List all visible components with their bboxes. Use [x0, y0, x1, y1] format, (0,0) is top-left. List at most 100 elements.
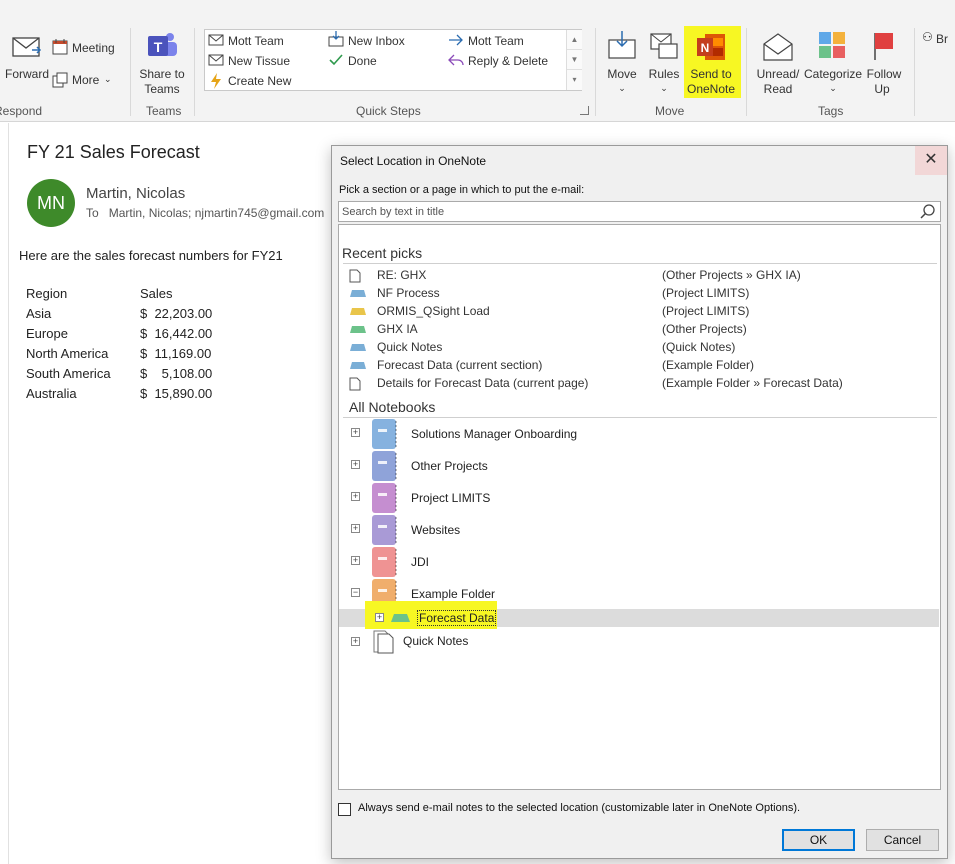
chevron-down-icon: ⌄ [104, 74, 112, 84]
read-label: Read [763, 82, 793, 96]
expand-icon[interactable]: + [351, 492, 360, 501]
notebook-item[interactable]: + Quick Notes [347, 627, 937, 659]
move-icon [608, 31, 636, 59]
quick-notes-icon [373, 630, 394, 654]
avatar[interactable]: MN [27, 179, 75, 227]
arrow-right-icon [449, 34, 463, 46]
sales-cell: $ 15,890.00 [140, 386, 213, 401]
ok-button[interactable]: OK [782, 829, 855, 851]
quick-step-label: New Inbox [348, 34, 405, 48]
close-button[interactable]: ✕ [915, 146, 947, 175]
quick-step-mott-team[interactable]: Mott Team [208, 33, 318, 51]
search-icon[interactable] [920, 204, 936, 220]
browse-button-partial[interactable]: ⚇ Br [922, 30, 955, 50]
always-send-checkbox[interactable] [338, 803, 351, 816]
email-subject: FY 21 Sales Forecast [27, 142, 200, 162]
expand-icon[interactable]: + [351, 460, 360, 469]
expand-icon[interactable]: + [351, 637, 360, 646]
collapse-icon[interactable]: − [351, 588, 360, 597]
sales-cell: $ 16,442.00 [140, 326, 213, 341]
notebook-item[interactable]: + Websites [347, 514, 937, 546]
expand-gallery-icon[interactable]: ▾ [567, 70, 582, 90]
sales-cell: $ 5,108.00 [140, 366, 213, 381]
categorize-button[interactable]: Categorize ⌄ [804, 30, 862, 96]
page-icon [349, 269, 361, 283]
section-item-selected[interactable]: + Forecast Data [339, 601, 939, 629]
expand-icon[interactable]: + [351, 428, 360, 437]
mail-icon [208, 54, 224, 66]
svg-text:N: N [701, 41, 710, 55]
notebook-icon [372, 451, 397, 481]
recent-pick-item[interactable]: RE: GHX (Other Projects » GHX IA) [349, 267, 939, 285]
forward-button[interactable]: Forward [2, 32, 50, 92]
search-input[interactable] [339, 202, 909, 222]
recent-pick-item[interactable]: GHX IA (Other Projects) [349, 321, 939, 339]
meeting-button[interactable]: Meeting [52, 38, 122, 58]
sales-cell: $ 22,203.00 [140, 306, 213, 321]
recent-pick-item[interactable]: NF Process (Project LIMITS) [349, 285, 939, 303]
quick-step-mott-team-2[interactable]: Mott Team [448, 33, 564, 51]
notebook-item[interactable]: + Project LIMITS [347, 482, 937, 514]
scroll-down-icon[interactable]: ▼ [567, 50, 582, 70]
recent-pick-item[interactable]: ORMIS_QSight Load (Project LIMITS) [349, 303, 939, 321]
recent-pick-name: Details for Forecast Data (current page) [377, 376, 589, 390]
quick-step-create-new[interactable]: Create New [208, 73, 318, 91]
scroll-up-icon[interactable]: ▲ [567, 30, 582, 50]
respond-group-label: Respond [0, 104, 43, 118]
divider [595, 28, 596, 116]
header-sales: Sales [140, 286, 173, 301]
recent-pick-item[interactable]: Details for Forecast Data (current page)… [349, 375, 939, 393]
notebook-item[interactable]: + Solutions Manager Onboarding [347, 418, 937, 450]
quick-step-new-inbox[interactable]: New Inbox [328, 31, 438, 51]
notebook-item[interactable]: + Other Projects [347, 450, 937, 482]
share-to-teams-button[interactable]: T Share to Teams [138, 30, 186, 96]
search-box [338, 201, 941, 222]
chevron-down-icon: ⌄ [829, 83, 837, 93]
expand-icon[interactable]: + [351, 524, 360, 533]
notebook-name: Other Projects [411, 459, 488, 473]
dialog-prompt: Pick a section or a page in which to put… [339, 184, 585, 196]
recent-pick-location: (Example Folder) [662, 358, 755, 372]
flag-icon [874, 33, 893, 60]
move-group-label: Move [655, 104, 685, 118]
cancel-button[interactable]: Cancel [866, 829, 939, 851]
quick-step-done[interactable]: Done [328, 53, 438, 71]
recent-pick-location: (Project LIMITS) [662, 304, 750, 318]
dialog-launcher-icon[interactable] [580, 106, 589, 115]
sender-name[interactable]: Martin, Nicolas [86, 185, 185, 202]
recent-pick-name: NF Process [377, 286, 440, 300]
send-to-onenote-button[interactable]: N Send to OneNote [684, 30, 738, 96]
more-button[interactable]: More ⌄ [52, 70, 122, 90]
recent-pick-item[interactable]: Forecast Data (current section) (Example… [349, 357, 939, 375]
expand-icon[interactable]: + [351, 556, 360, 565]
notebook-item[interactable]: + JDI [347, 546, 937, 578]
teams-group-label: Teams [146, 104, 182, 118]
quick-steps-scrollbar[interactable]: ▲ ▼ ▾ [566, 30, 582, 90]
notebook-name: Project LIMITS [411, 491, 491, 505]
region-cell: Australia [26, 386, 77, 401]
quick-step-new-tissue[interactable]: New Tissue [208, 53, 318, 71]
people-icon: ⚇ [922, 30, 933, 44]
meeting-label: Meeting [72, 41, 115, 55]
move-button[interactable]: Move ⌄ [602, 30, 642, 96]
follow-up-button[interactable]: Follow Up [862, 30, 906, 96]
onenote-label: OneNote [686, 82, 736, 96]
section-icon [350, 362, 366, 369]
calendar-icon [52, 39, 68, 55]
envelope-open-icon [763, 33, 793, 61]
quick-step-reply-delete[interactable]: Reply & Delete [448, 53, 564, 71]
divider [343, 263, 937, 264]
rules-button[interactable]: Rules ⌄ [646, 30, 682, 96]
svg-text:T: T [154, 39, 163, 55]
unread-read-button[interactable]: Unread/ Read [752, 30, 804, 96]
region-cell: North America [26, 346, 109, 361]
more-label: More [72, 73, 100, 87]
teams-label: Teams [144, 82, 180, 96]
expand-icon[interactable]: + [375, 613, 384, 622]
categorize-icon [819, 32, 845, 58]
notebook-name: Example Folder [411, 587, 496, 601]
region-cell: Europe [26, 326, 68, 341]
recent-pick-item[interactable]: Quick Notes (Quick Notes) [349, 339, 939, 357]
quick-step-label: Reply & Delete [468, 54, 549, 68]
recipients[interactable]: Martin, Nicolas; njmartin745@gmail.com [109, 206, 325, 220]
